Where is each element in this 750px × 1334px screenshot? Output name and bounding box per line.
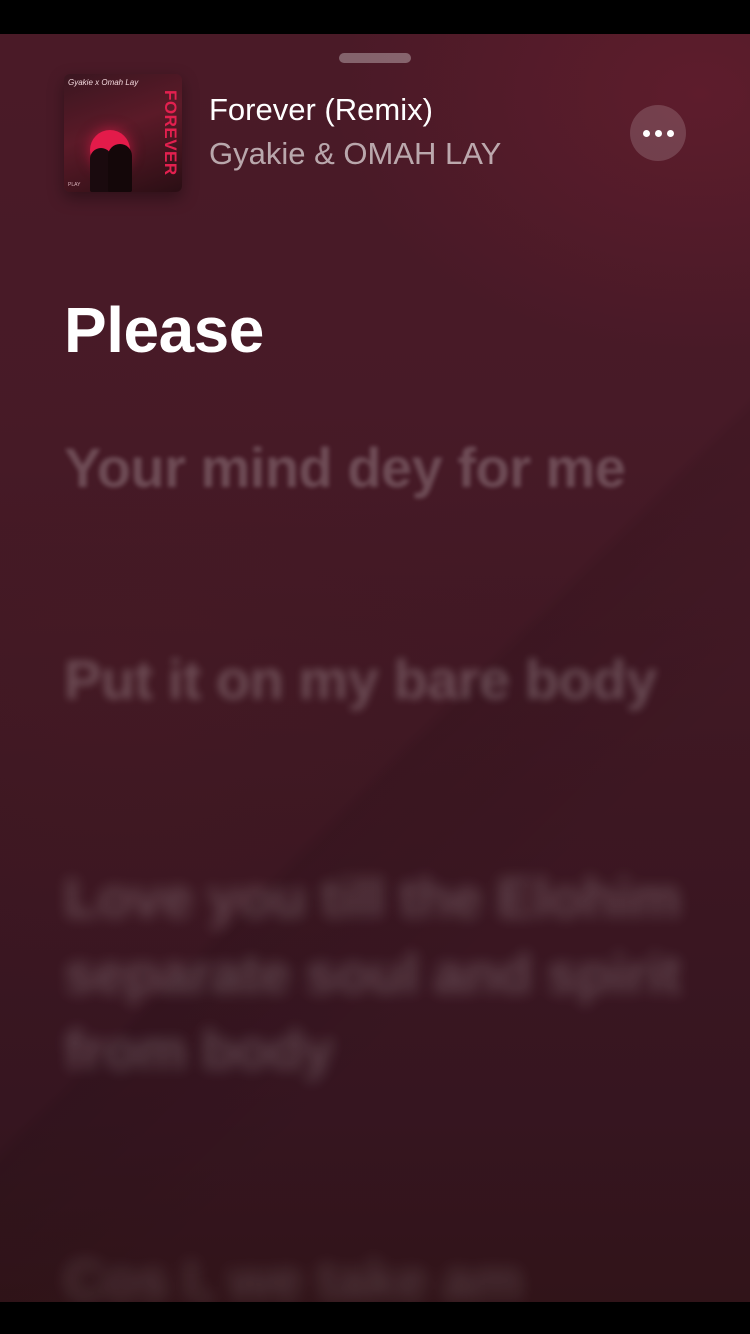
- lyric-line-upcoming[interactable]: Cos I, we take am: [64, 1242, 664, 1302]
- artwork-script-text: Gyakie x Omah Lay: [68, 78, 139, 87]
- album-artwork[interactable]: Gyakie x Omah Lay FOREVER PLAY: [64, 74, 182, 192]
- bottom-bar: [0, 1302, 750, 1334]
- lyrics-sheet: Gyakie x Omah Lay FOREVER PLAY Forever (…: [0, 34, 750, 1302]
- lyric-line-upcoming[interactable]: Put it on my bare body: [64, 642, 664, 718]
- lyric-line-active[interactable]: Please: [64, 292, 264, 368]
- lyric-line-upcoming[interactable]: Your mind dey for me: [64, 430, 664, 506]
- screen: Gyakie x Omah Lay FOREVER PLAY Forever (…: [0, 0, 750, 1334]
- lyric-line-previous[interactable]: [64, 192, 684, 222]
- song-artist[interactable]: Gyakie & OMAH LAY: [209, 136, 501, 172]
- artwork-vertical-title: FOREVER: [161, 90, 180, 176]
- song-title: Forever (Remix): [209, 92, 433, 127]
- lyric-line-upcoming[interactable]: Love you till the Elohim separate soul a…: [64, 860, 684, 1088]
- more-options-button[interactable]: [630, 105, 686, 161]
- artwork-footer-text: PLAY: [68, 182, 81, 188]
- status-bar: [0, 0, 750, 34]
- ellipsis-icon: [642, 129, 674, 137]
- artwork-silhouette-right: [108, 144, 132, 192]
